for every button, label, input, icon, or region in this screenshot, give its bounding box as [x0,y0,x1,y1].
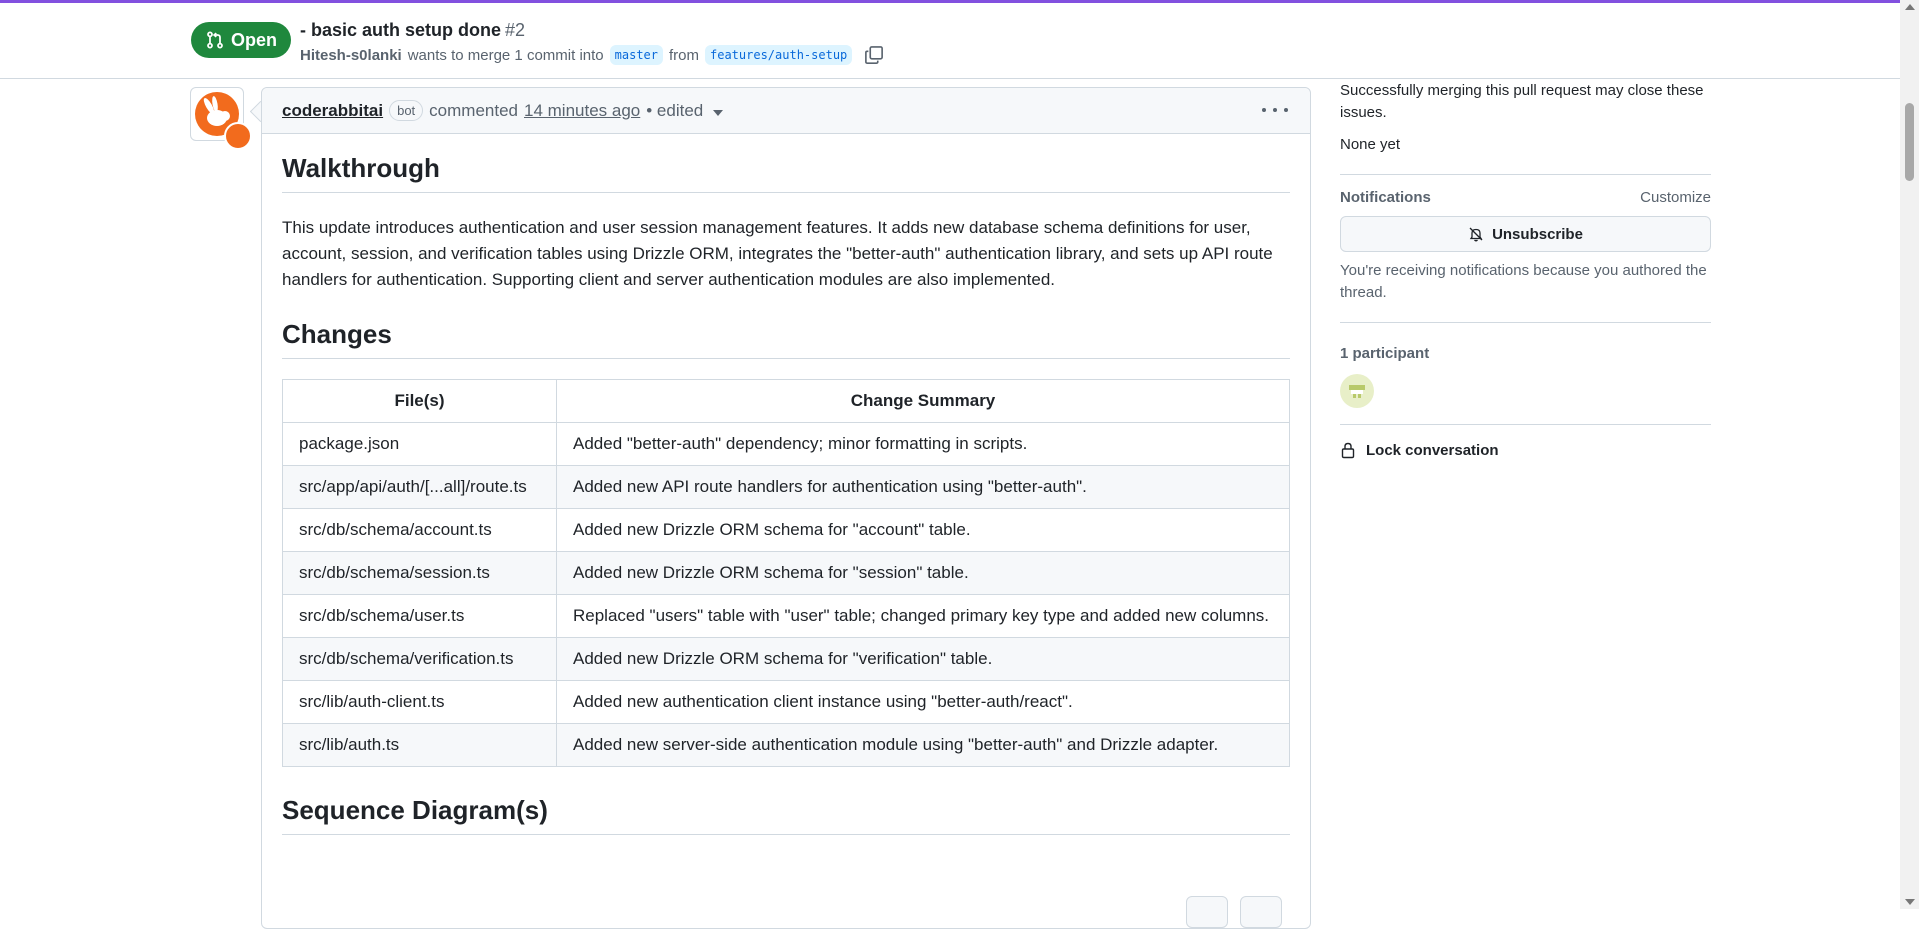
table-row: src/db/schema/verification.ts Added new … [282,637,1290,681]
from-text: from [669,46,699,64]
git-pull-request-icon [207,31,223,49]
table-cell-file: src/db/schema/user.ts [282,594,557,638]
table-cell-summary: Added "better-auth" dependency; minor fo… [556,422,1290,466]
lock-conversation-label: Lock conversation [1366,441,1499,459]
bot-label: bot [389,100,424,121]
sequence-diagram-heading: Sequence Diagram(s) [282,795,1290,835]
scroll-up-icon[interactable] [1905,4,1915,10]
table-cell-file: src/lib/auth.ts [282,723,557,767]
participant-avatar[interactable] [1340,374,1374,408]
table-cell-summary: Replaced "users" table with "user" table… [556,594,1290,638]
unsubscribe-label: Unsubscribe [1492,225,1583,243]
head-branch[interactable]: features/auth-setup [705,45,853,65]
table-cell-file: src/db/schema/account.ts [282,508,557,552]
table-header: File(s) [282,379,557,423]
table-row: src/db/schema/session.ts Added new Drizz… [282,551,1290,595]
pr-state-label: Open [230,29,277,50]
walkthrough-text: This update introduces authentication an… [282,218,1273,289]
changes-table: File(s) Change Summary package.json Adde… [282,379,1290,767]
kebab-menu-icon[interactable] [1262,100,1288,120]
table-row: src/app/api/auth/[...all]/route.ts Added… [282,465,1290,509]
table-cell-summary: Added new Drizzle ORM schema for "accoun… [556,508,1290,552]
pr-merge-info: Hitesh-s0lanki wants to merge 1 commit i… [300,45,884,65]
table-cell-file: src/db/schema/session.ts [282,551,557,595]
pr-title-text: - basic auth setup done [300,20,502,40]
table-row: src/db/schema/user.ts Replaced "users" t… [282,594,1290,638]
table-cell-summary: Added new authentication client instance… [556,680,1290,724]
scroll-down-icon[interactable] [1905,899,1915,905]
bell-slash-icon [1469,227,1483,242]
table-cell-file: src/app/api/auth/[...all]/route.ts [282,465,557,509]
comment-box: coderabbitai bot commented 14 minutes ag… [261,87,1311,929]
chevron-down-icon[interactable] [713,109,724,116]
pr-title: - basic auth setup done #2 [300,20,525,41]
table-cell-summary: Added new API route handlers for authent… [556,465,1290,509]
scrollbar-thumb[interactable] [1905,103,1914,181]
notification-reason: You're receiving notifications because y… [1340,262,1707,301]
comment-body: Walkthrough This update introduces authe… [282,133,1290,835]
customize-link[interactable]: Customize [1640,189,1711,206]
base-branch[interactable]: master [609,45,663,65]
unsubscribe-button[interactable]: Unsubscribe [1340,216,1711,252]
table-row: package.json Added "better-auth" depende… [282,422,1290,466]
copy-icon[interactable] [864,45,884,65]
development-issues-text: Successfully merging this pull request m… [1340,82,1704,121]
pr-sticky-header: Open - basic auth setup done #2 Hitesh-s0… [0,3,1900,79]
comment-timestamp[interactable]: 14 minutes ago [524,101,640,121]
walkthrough-heading: Walkthrough [282,153,1290,193]
pr-author-link[interactable]: Hitesh-s0lanki [300,47,402,64]
comment-header: coderabbitai bot commented 14 minutes ag… [262,88,1310,134]
notifications-title: Notifications [1340,189,1431,206]
page-scrollbar[interactable] [1900,0,1919,909]
coderabbit-avatar[interactable] [190,87,252,150]
pr-state-badge: Open [191,22,291,58]
table-cell-file: package.json [282,422,557,466]
table-row: src/db/schema/account.ts Added new Drizz… [282,508,1290,552]
table-header: Change Summary [556,379,1290,423]
table-cell-summary: Added new Drizzle ORM schema for "sessio… [556,551,1290,595]
participants-title: 1 participant [1340,345,1430,362]
changes-heading: Changes [282,319,1290,359]
table-row: src/lib/auth-client.ts Added new authent… [282,680,1290,724]
lock-conversation-button[interactable]: Lock conversation [1340,441,1711,459]
table-cell-file: src/lib/auth-client.ts [282,680,557,724]
notifications-header: Notifications Customize [1340,189,1711,206]
pr-number: #2 [505,20,526,40]
edited-label[interactable]: • edited [646,101,703,121]
comment-author-link[interactable]: coderabbitai [282,101,383,121]
table-cell-summary: Added new server-side authentication mod… [556,723,1290,767]
table-cell-file: src/db/schema/verification.ts [282,637,557,681]
comment-action: commented [429,100,518,120]
diagram-copy-button[interactable] [1240,896,1282,928]
diagram-action-button[interactable] [1186,896,1228,928]
issues-value: None yet [1340,136,1401,153]
table-row: src/lib/auth.ts Added new server-side au… [282,723,1290,767]
right-sidebar: Successfully merging this pull request m… [1340,78,1711,459]
table-cell-summary: Added new Drizzle ORM schema for "verifi… [556,637,1290,681]
table-header-row: File(s) Change Summary [282,379,1290,423]
merge-text: wants to merge 1 commit into [407,46,604,64]
bot-badge-icon [224,122,252,150]
lock-icon [1341,442,1355,459]
